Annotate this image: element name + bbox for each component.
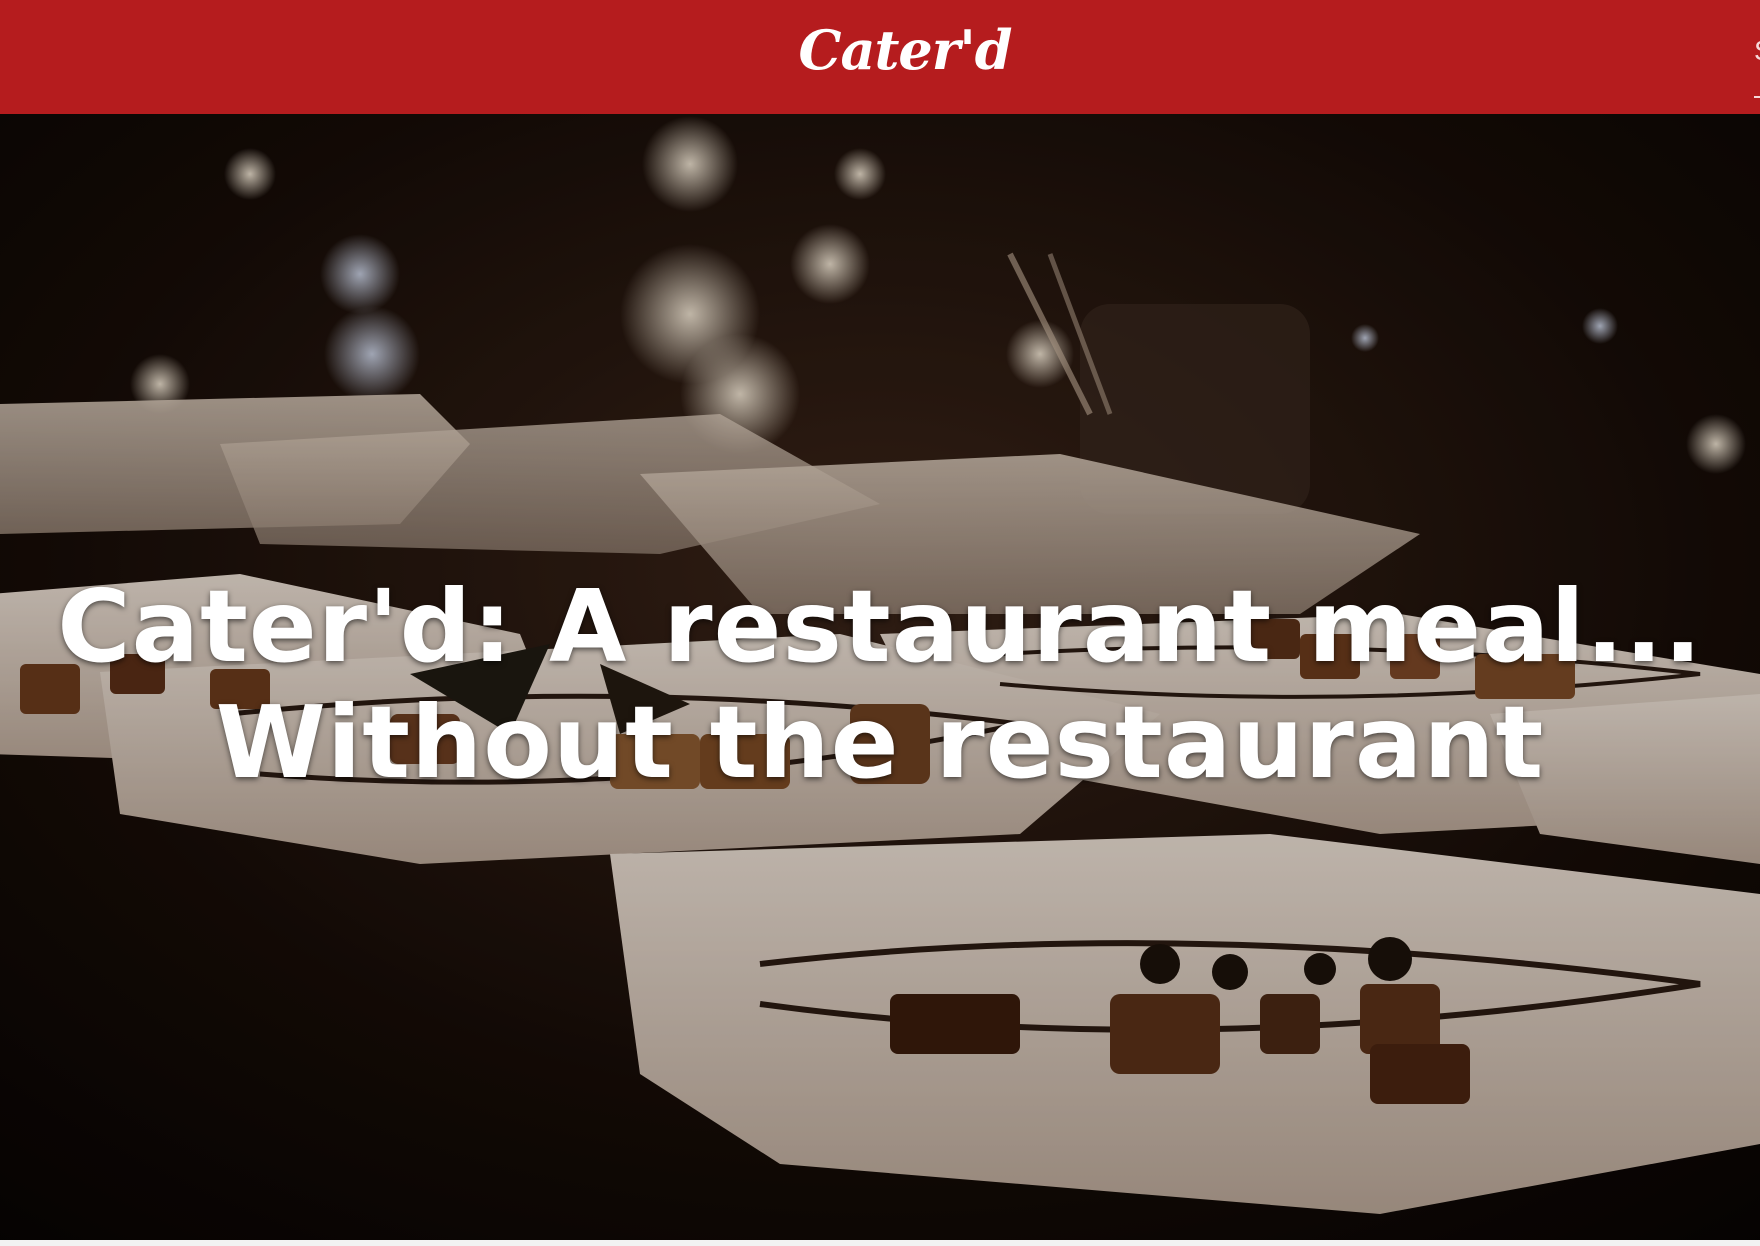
hero-headline-line2: Without the restaurant: [215, 684, 1545, 801]
page-bottom-edge: [0, 1240, 1760, 1246]
top-navbar: Cater'd S: [0, 0, 1760, 114]
brand-logo[interactable]: Cater'd: [0, 12, 1760, 88]
hero-section: Cater'd: A restaurant meal... Without th…: [0, 114, 1760, 1246]
nav-link-signin[interactable]: S: [1754, 34, 1760, 68]
nav-link-underline: [1754, 96, 1760, 98]
hero-headline: Cater'd: A restaurant meal... Without th…: [0, 569, 1760, 801]
landing-page: Cater'd S: [0, 0, 1760, 1246]
hero-headline-line1: Cater'd: A restaurant meal...: [57, 568, 1703, 685]
